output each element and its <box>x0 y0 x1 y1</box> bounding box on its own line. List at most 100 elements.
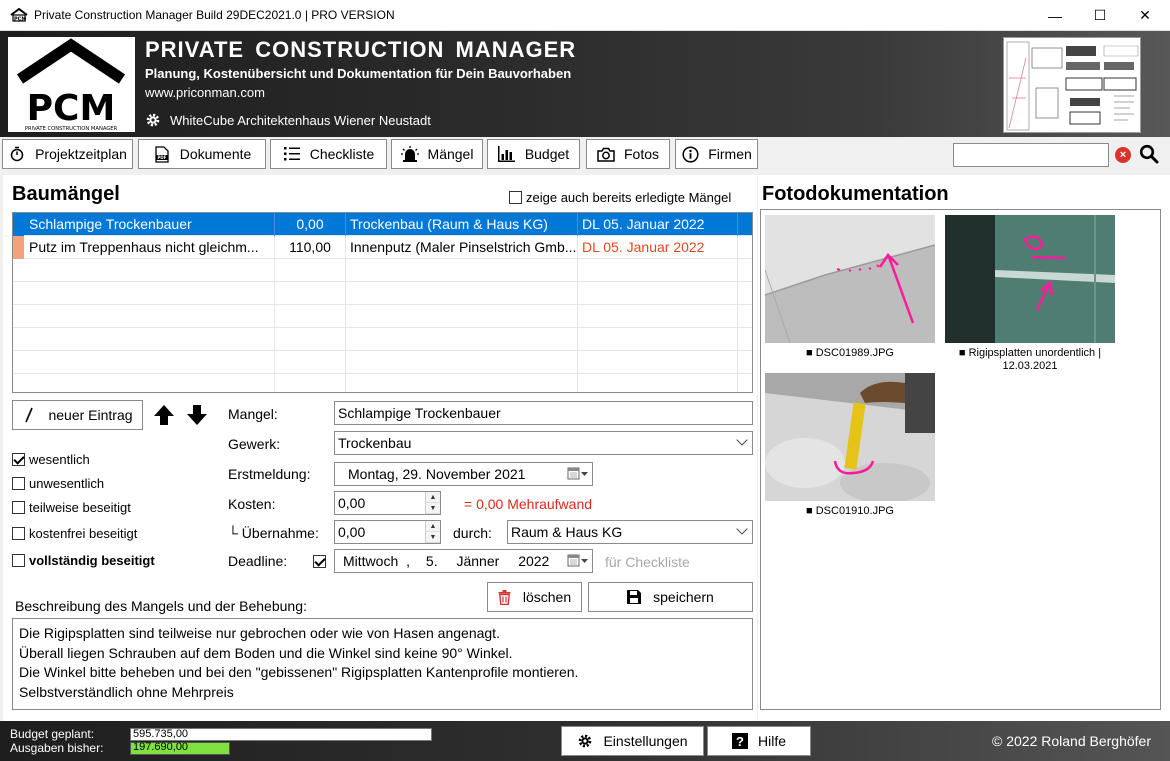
project-selector[interactable]: WhiteCube Architektenhaus Wiener Neustad… <box>145 112 431 128</box>
close-button[interactable]: ✕ <box>1122 0 1168 31</box>
delete-button[interactable]: löschen <box>487 582 582 612</box>
help-icon: ? <box>731 733 748 749</box>
maximize-button[interactable]: ☐ <box>1077 0 1123 31</box>
cell-cost: 0,00 <box>275 213 346 236</box>
row-marker <box>13 213 24 236</box>
description-label: Beschreibung des Mangels und der Behebun… <box>15 598 307 614</box>
wesentlich-checkbox[interactable] <box>12 453 25 466</box>
app-url[interactable]: www.priconman.com <box>145 85 265 100</box>
deadline-checkbox[interactable] <box>313 555 326 568</box>
durch-select[interactable]: Raum & Haus KG <box>507 520 753 544</box>
tab-maengel[interactable]: Mängel <box>391 139 483 169</box>
empty-row <box>13 305 752 328</box>
row-marker <box>13 236 24 259</box>
empty-row <box>13 259 752 282</box>
mangel-input[interactable]: Schlampige Trockenbauer <box>334 401 753 425</box>
header-banner: PCM PRIVATE CONSTRUCTION MANAGER PRIVATE… <box>0 31 1170 137</box>
checkbox-unwesentlich[interactable]: unwesentlich <box>12 476 104 491</box>
cell-name: Putz im Treppenhaus nicht gleichm... <box>25 236 275 259</box>
svg-text:PCM: PCM <box>27 88 116 129</box>
budget-bar: 595.735,00 <box>130 728 432 741</box>
gewerk-select[interactable]: Trockenbau <box>334 431 753 455</box>
deadline-datepicker[interactable]: Mittwoch , 5. Jänner 2022 <box>334 549 593 573</box>
save-icon <box>627 590 642 604</box>
vollstaendig-beseitigt-checkbox[interactable] <box>12 554 25 567</box>
project-plan-thumbnail[interactable] <box>1003 37 1141 133</box>
empty-row <box>13 282 752 305</box>
bar-chart-icon <box>498 145 516 163</box>
save-button[interactable]: speichern <box>588 582 753 612</box>
tab-projektzeitplan[interactable]: Projektzeitplan <box>2 139 133 169</box>
search-icon[interactable] <box>1139 144 1159 164</box>
photos-title: Fotodokumentation <box>762 183 949 205</box>
tab-firmen[interactable]: Firmen <box>675 139 758 169</box>
empty-row <box>13 374 752 392</box>
checkbox-vollstaendig-beseitigt[interactable]: vollständig beseitigt <box>12 553 155 568</box>
move-down-icon[interactable] <box>186 404 208 426</box>
uebernahme-stepper[interactable]: 0,00 ▲ ▼ <box>334 520 441 544</box>
photo-thumbnail[interactable] <box>765 215 935 343</box>
table-row[interactable]: Putz im Treppenhaus nicht gleichm... 110… <box>13 236 752 259</box>
camera-icon <box>597 145 615 163</box>
pcm-logo: PCM PRIVATE CONSTRUCTION MANAGER <box>8 37 135 132</box>
photo-caption: ■ DSC01910.JPG <box>806 505 894 517</box>
stopwatch-icon <box>8 145 26 163</box>
kosten-label: Kosten: <box>228 496 276 512</box>
empty-row <box>13 328 752 351</box>
trash-icon <box>498 589 511 605</box>
teilweise-beseitigt-checkbox[interactable] <box>12 501 25 514</box>
erstmeldung-label: Erstmeldung: <box>228 466 311 482</box>
help-button[interactable]: ? Hilfe <box>707 726 811 756</box>
svg-text:PRIVATE CONSTRUCTION MANAGER: PRIVATE CONSTRUCTION MANAGER <box>25 126 118 132</box>
cell-name: Schlampige Trockenbauer <box>25 213 275 236</box>
kosten-spin[interactable]: ▲ ▼ <box>425 492 440 514</box>
alarm-icon <box>400 145 419 163</box>
erstmeldung-datepicker[interactable]: Montag, 29. November 2021 <box>334 462 593 486</box>
show-completed-checkbox[interactable] <box>509 191 522 204</box>
settings-button[interactable]: Einstellungen <box>561 726 704 756</box>
checkbox-kostenfrei-beseitigt[interactable]: kostenfrei beseitigt <box>12 526 137 541</box>
gear-icon[interactable] <box>145 112 161 128</box>
show-completed-toggle[interactable]: zeige auch bereits erledigte Mängel <box>509 190 731 205</box>
app-icon: PCM <box>10 8 28 22</box>
empty-row <box>13 351 752 374</box>
move-up-icon[interactable] <box>153 404 175 426</box>
unwesentlich-checkbox[interactable] <box>12 477 25 490</box>
calendar-icon[interactable] <box>567 466 589 482</box>
app-tagline: Planung, Kostenübersicht und Dokumentati… <box>145 66 572 81</box>
tab-budget[interactable]: Budget <box>487 139 580 169</box>
copyright: © 2022 Roland Berghöfer <box>992 733 1151 749</box>
photo-thumbnail[interactable] <box>765 373 935 501</box>
description-textarea[interactable]: Die Rigipsplatten sind teilweise nur geb… <box>12 618 753 710</box>
tab-fotos[interactable]: Fotos <box>586 139 670 169</box>
cell-cost: 110,00 <box>275 236 346 259</box>
svg-text:PDF: PDF <box>157 155 166 160</box>
photo-caption: ■ Rigipsplatten unordentlich | 12.03.202… <box>958 347 1102 372</box>
checkbox-wesentlich[interactable]: wesentlich <box>12 452 90 467</box>
cell-trade: Trockenbau (Raum & Haus KG) <box>346 213 578 236</box>
pdf-icon: PDF <box>153 145 171 163</box>
new-entry-button[interactable]: neuer Eintrag <box>12 400 143 430</box>
chevron-down-icon <box>736 434 748 446</box>
mehraufwand-text: = 0,00 Mehraufwand <box>464 496 593 512</box>
calendar-icon[interactable] <box>567 553 589 569</box>
photo-thumbnail[interactable] <box>945 215 1115 343</box>
project-name: WhiteCube Architektenhaus Wiener Neustad… <box>170 112 431 128</box>
photo-caption: ■ DSC01989.JPG <box>806 347 894 359</box>
tab-dokumente[interactable]: PDF Dokumente <box>138 139 266 169</box>
gewerk-label: Gewerk: <box>228 436 281 452</box>
clear-search-icon[interactable]: × <box>1115 147 1131 163</box>
minimize-button[interactable]: — <box>1032 0 1078 31</box>
title-bar: PCM Private Construction Manager Build 2… <box>0 0 1170 31</box>
budget-label: Budget geplant: <box>10 727 95 741</box>
search-input[interactable] <box>953 143 1109 167</box>
table-row[interactable]: Schlampige Trockenbauer 0,00 Trockenbau … <box>13 213 752 236</box>
uebernahme-spin[interactable]: ▲ ▼ <box>425 521 440 543</box>
info-icon <box>681 145 699 163</box>
checkbox-teilweise-beseitigt[interactable]: teilweise beseitigt <box>12 500 131 515</box>
defects-table[interactable]: Schlampige Trockenbauer 0,00 Trockenbau … <box>12 212 753 393</box>
tab-checkliste[interactable]: Checkliste <box>270 139 387 169</box>
kosten-stepper[interactable]: 0,00 ▲ ▼ <box>334 491 441 515</box>
chevron-down-icon <box>736 523 748 535</box>
kostenfrei-beseitigt-checkbox[interactable] <box>12 527 25 540</box>
